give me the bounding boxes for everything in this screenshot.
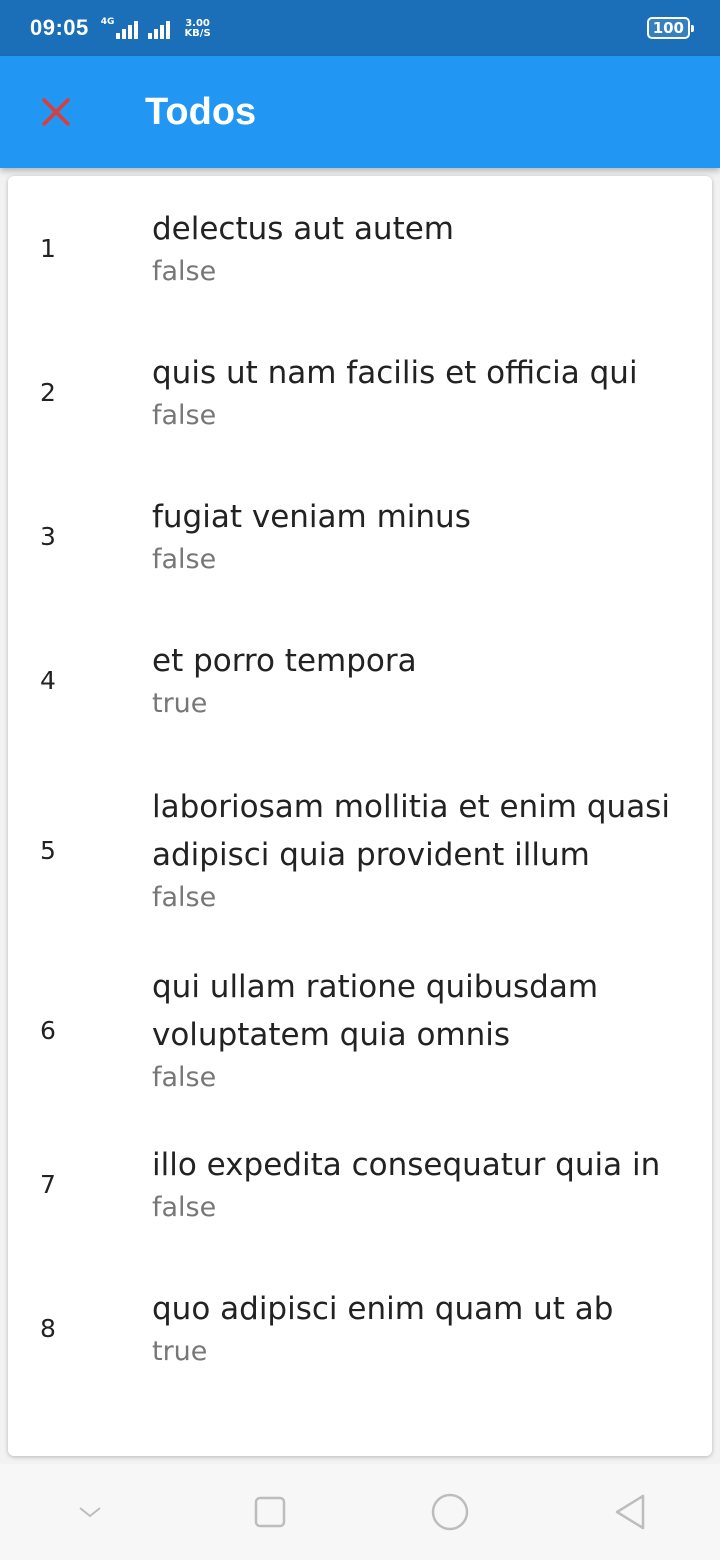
todo-item-7[interactable]: 7 illo expedita consequatur quia in fals… <box>8 1112 712 1256</box>
circle-icon <box>431 1493 469 1531</box>
net-speed-unit: KB/S <box>184 28 211 39</box>
todo-body: laboriosam mollitia et enim quasi adipis… <box>152 752 684 948</box>
square-icon <box>254 1496 286 1528</box>
todo-title: qui ullam ratione quibusdam voluptatem q… <box>152 969 599 1053</box>
close-button[interactable] <box>0 56 112 168</box>
net-speed: 3.00 KB/S <box>184 19 210 39</box>
todo-completed: false <box>152 400 217 431</box>
todo-completed: true <box>152 688 208 719</box>
todo-item-4[interactable]: 4 et porro tempora true <box>8 608 712 752</box>
signal-indicators: 4G 3.00 KB/S <box>101 17 211 39</box>
todo-item-1[interactable]: 1 delectus aut autem false <box>8 176 712 320</box>
chevron-down-icon <box>79 1507 101 1518</box>
todo-body: delectus aut autem false <box>152 176 454 320</box>
nav-back-button[interactable] <box>590 1472 670 1552</box>
todo-body: molestiae perspiciatis ipsa <box>152 1400 565 1456</box>
todo-title: delectus aut autem <box>152 211 455 247</box>
status-time: 09:05 <box>30 15 89 40</box>
todo-completed: false <box>152 544 217 575</box>
todo-item-5[interactable]: 5 laboriosam mollitia et enim quasi adip… <box>8 752 712 948</box>
todo-body: et porro tempora true <box>152 608 417 752</box>
todo-completed: false <box>152 256 217 287</box>
signal-icon <box>116 21 140 39</box>
todo-id: 9 <box>40 1400 152 1456</box>
todo-id: 6 <box>40 1015 56 1045</box>
todo-title: quis ut nam facilis et officia qui <box>152 355 638 391</box>
todo-completed: false <box>152 1062 217 1093</box>
status-bar: 09:05 4G 3.00 KB/S 100 <box>0 0 720 56</box>
battery-icon: 100 <box>646 17 695 39</box>
todo-item-9[interactable]: 9 molestiae perspiciatis ipsa <box>8 1400 712 1456</box>
back-triangle-icon <box>615 1494 645 1530</box>
todo-id: 3 <box>40 521 56 551</box>
todo-item-2[interactable]: 2 quis ut nam facilis et officia qui fal… <box>8 320 712 464</box>
todo-title: fugiat veniam minus <box>152 499 471 535</box>
todo-id: 2 <box>40 377 56 407</box>
signal-icon <box>148 21 172 39</box>
todo-completed: false <box>152 1192 217 1223</box>
todo-list[interactable]: 1 delectus aut autem false 2 quis ut nam… <box>8 176 712 1456</box>
todo-body: qui ullam ratione quibusdam voluptatem q… <box>152 948 684 1112</box>
todo-completed: true <box>152 1336 208 1367</box>
app-bar: Todos <box>0 56 720 168</box>
todo-id: 8 <box>40 1313 56 1343</box>
close-icon <box>42 98 70 126</box>
nav-home-button[interactable] <box>410 1472 490 1552</box>
network-type: 4G <box>100 17 115 27</box>
todo-title: illo expedita consequatur quia in <box>152 1147 661 1183</box>
todo-body: quis ut nam facilis et officia qui false <box>152 320 638 464</box>
todo-completed: false <box>152 882 217 913</box>
todo-id: 7 <box>40 1169 56 1199</box>
todo-title: et porro tempora <box>152 643 417 679</box>
nav-hide-button[interactable] <box>50 1472 130 1552</box>
todo-item-3[interactable]: 3 fugiat veniam minus false <box>8 464 712 608</box>
nav-recents-button[interactable] <box>230 1472 310 1552</box>
todo-body: quo adipisci enim quam ut ab true <box>152 1256 613 1400</box>
todo-body: illo expedita consequatur quia in false <box>152 1112 660 1256</box>
todo-body: fugiat veniam minus false <box>152 464 471 608</box>
todo-id: 5 <box>40 835 56 865</box>
todo-item-6[interactable]: 6 qui ullam ratione quibusdam voluptatem… <box>8 948 712 1112</box>
todo-title: molestiae perspiciatis ipsa <box>152 1448 565 1456</box>
todo-item-8[interactable]: 8 quo adipisci enim quam ut ab true <box>8 1256 712 1400</box>
todo-id: 4 <box>40 665 56 695</box>
todo-id: 1 <box>40 233 56 263</box>
page-title: Todos <box>145 90 257 133</box>
system-nav-bar <box>0 1464 720 1560</box>
todo-title: quo adipisci enim quam ut ab <box>152 1291 614 1327</box>
todo-title: laboriosam mollitia et enim quasi adipis… <box>152 789 670 873</box>
